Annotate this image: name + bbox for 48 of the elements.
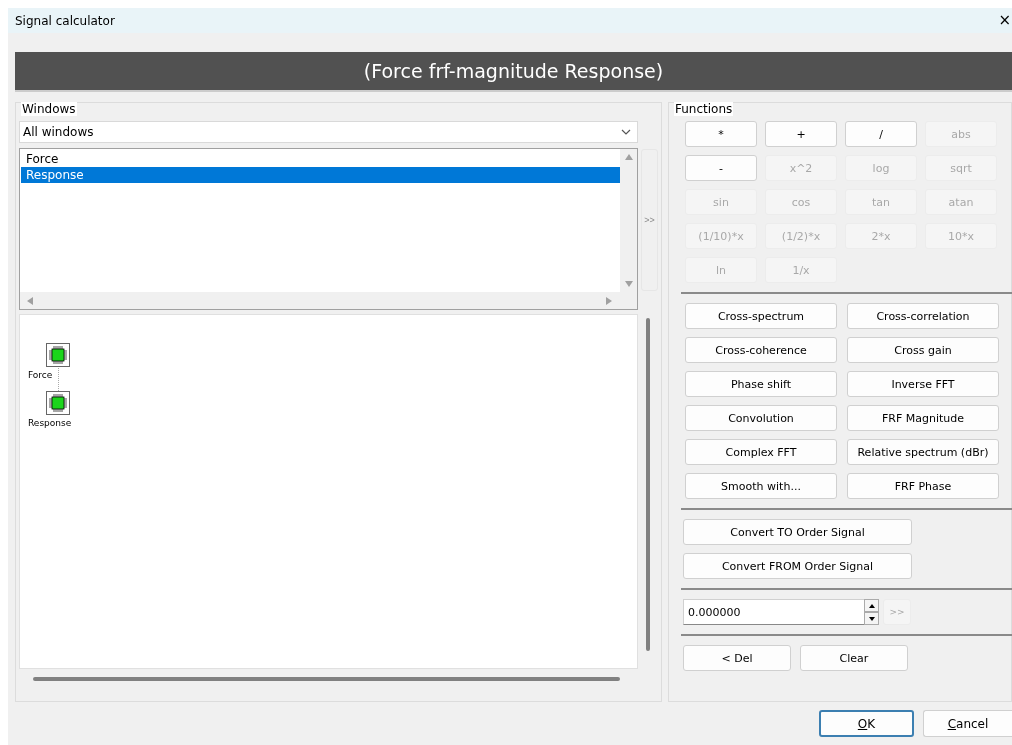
scroll-right-icon bbox=[605, 296, 613, 305]
spin-up-button[interactable] bbox=[864, 599, 879, 612]
function-button[interactable]: Convert FROM Order Signal bbox=[683, 553, 912, 579]
function-button[interactable]: FRF Magnitude bbox=[847, 405, 999, 431]
list-item[interactable]: Force bbox=[21, 151, 620, 167]
node-label: Force bbox=[28, 370, 53, 380]
function-button[interactable]: Cross gain bbox=[847, 337, 999, 363]
chevron-down-icon bbox=[621, 129, 631, 135]
function-button[interactable]: Cross-coherence bbox=[685, 337, 837, 363]
function-button[interactable]: Complex FFT bbox=[685, 439, 837, 465]
function-button[interactable]: Relative spectrum (dBr) bbox=[847, 439, 999, 465]
scroll-left-icon bbox=[26, 296, 34, 305]
horizontal-scrollbar[interactable] bbox=[33, 677, 620, 681]
window-filter-dropdown[interactable]: All windows bbox=[19, 121, 638, 143]
dialog-button[interactable]: OK bbox=[819, 710, 914, 737]
group-label: Windows bbox=[21, 102, 77, 116]
edit-button[interactable]: < Del bbox=[683, 645, 791, 671]
operator-button[interactable]: + bbox=[765, 121, 837, 147]
node-label: Response bbox=[28, 418, 72, 428]
scroll-down-icon bbox=[624, 280, 633, 288]
horizontal-scrollbar[interactable] bbox=[20, 292, 637, 309]
list-item[interactable]: Response bbox=[21, 167, 620, 183]
vertical-scrollbar[interactable] bbox=[620, 149, 637, 292]
operator-button[interactable]: / bbox=[845, 121, 917, 147]
group-label: Functions bbox=[674, 102, 734, 116]
vertical-scrollbar[interactable] bbox=[646, 318, 650, 651]
spin-down-button[interactable] bbox=[864, 612, 879, 625]
up-arrow-icon bbox=[868, 603, 875, 608]
window-title: Signal calculator bbox=[15, 13, 115, 28]
dialog-button[interactable]: Cancel bbox=[923, 710, 1012, 737]
chip-icon bbox=[46, 343, 70, 367]
operator-button[interactable]: * bbox=[685, 121, 757, 147]
function-button[interactable]: FRF Phase bbox=[847, 473, 999, 499]
scroll-up-icon bbox=[624, 153, 633, 161]
function-button[interactable]: Cross-correlation bbox=[847, 303, 999, 329]
edit-button[interactable]: Clear bbox=[800, 645, 908, 671]
function-button[interactable]: Phase shift bbox=[685, 371, 837, 397]
function-button[interactable]: Smooth with... bbox=[685, 473, 837, 499]
function-button[interactable]: Convolution bbox=[685, 405, 837, 431]
expression-banner: (Force frf-magnitude Response) bbox=[15, 52, 1012, 92]
function-button[interactable]: Cross-spectrum bbox=[685, 303, 837, 329]
function-button[interactable]: Inverse FFT bbox=[847, 371, 999, 397]
function-button[interactable]: Convert TO Order Signal bbox=[683, 519, 912, 545]
number-field[interactable]: 0.000000 bbox=[683, 599, 864, 625]
chip-icon bbox=[46, 391, 70, 415]
operator-button[interactable]: - bbox=[685, 155, 757, 181]
close-button[interactable]: × bbox=[998, 13, 1011, 28]
down-arrow-icon bbox=[868, 616, 875, 621]
